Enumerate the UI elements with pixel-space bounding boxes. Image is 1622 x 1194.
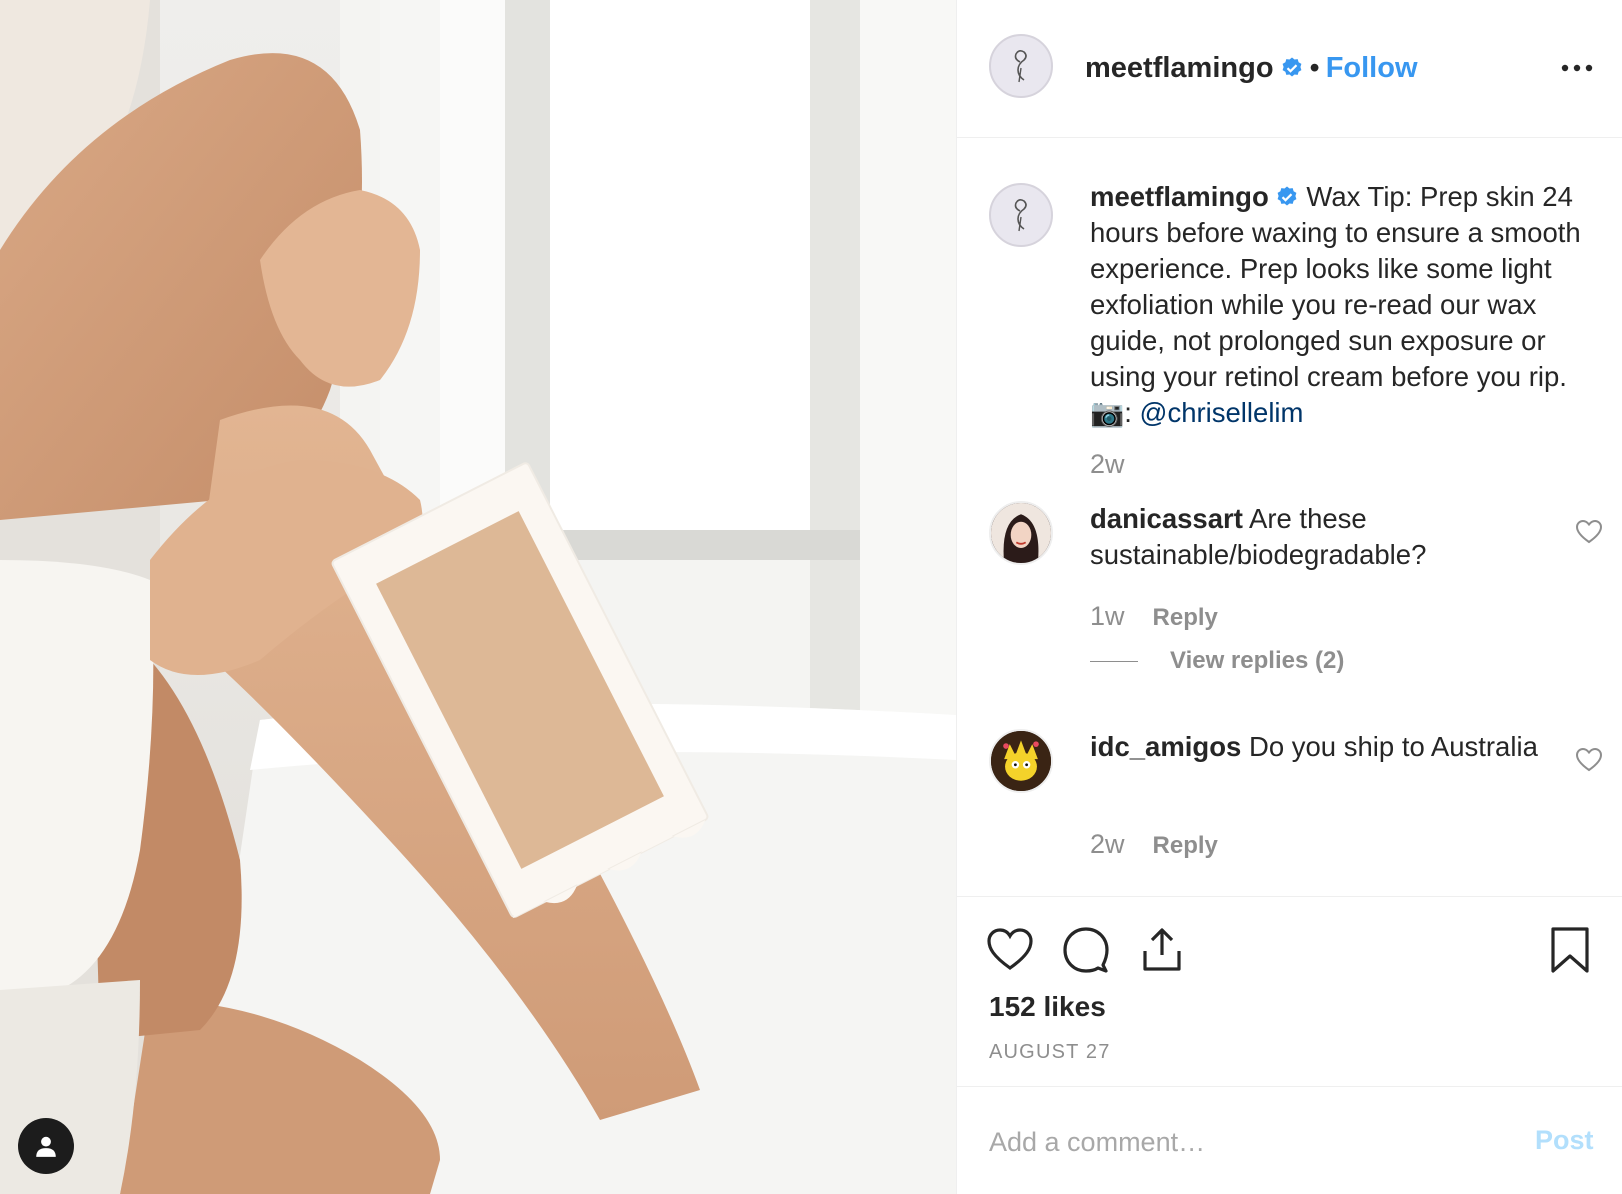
- post-comment-button[interactable]: Post: [1535, 1125, 1594, 1156]
- share-icon[interactable]: [1137, 925, 1187, 975]
- flamingo-logo-icon: [1014, 199, 1027, 232]
- comment-username[interactable]: idc_amigos: [1090, 731, 1241, 762]
- commenter-avatar[interactable]: [989, 501, 1053, 565]
- post-header: meetflamingo • Follow: [957, 0, 1622, 138]
- like-comment-heart-icon[interactable]: [1575, 519, 1603, 545]
- like-comment-heart-icon[interactable]: [1575, 747, 1603, 773]
- comments-list[interactable]: meetflamingo Wax Tip: Prep skin 24 hours…: [957, 139, 1622, 895]
- post-date: AUGUST 27: [989, 1041, 1111, 1063]
- verified-badge-icon: [1277, 186, 1297, 206]
- comment-text: Do you ship to Australia: [1248, 731, 1538, 762]
- comment-username[interactable]: danicassart: [1090, 503, 1243, 534]
- flamingo-logo-icon: [1014, 50, 1027, 83]
- verified-badge-icon: [1282, 57, 1301, 77]
- reply-button[interactable]: Reply: [1153, 832, 1218, 859]
- reply-button[interactable]: Reply: [1153, 604, 1218, 631]
- caption-text: Wax Tip: Prep skin 24 hours before waxin…: [1090, 181, 1581, 428]
- caption-username[interactable]: meetflamingo: [1090, 181, 1269, 212]
- view-replies-button[interactable]: View replies (2): [1090, 647, 1344, 675]
- comment-text-block: danicassart Are these sustainable/biodeg…: [1090, 501, 1610, 573]
- caption-mention-link[interactable]: @chrisellelim: [1140, 397, 1304, 428]
- header-username[interactable]: meetflamingo: [1085, 52, 1274, 84]
- comment-text-block: idc_amigos Do you ship to Australia: [1090, 729, 1610, 765]
- user-icon: [36, 1136, 56, 1157]
- caption-avatar[interactable]: [989, 183, 1053, 247]
- follow-button[interactable]: Follow: [1326, 52, 1418, 84]
- view-replies-line: [1090, 661, 1138, 663]
- account-avatar[interactable]: [989, 34, 1053, 98]
- more-horizontal-icon[interactable]: [1557, 54, 1597, 82]
- avatar-photo: [991, 731, 1051, 791]
- header-user-line: meetflamingo • Follow: [1085, 50, 1418, 86]
- comment-bubble-icon[interactable]: [1061, 925, 1111, 975]
- post-photo: [0, 0, 956, 1194]
- view-replies-label: View replies (2): [1170, 647, 1345, 674]
- commenter-avatar[interactable]: [989, 729, 1053, 793]
- comment-meta: 1w Reply: [1090, 601, 1218, 632]
- add-comment-bar: Post: [957, 1086, 1622, 1194]
- comment-timestamp[interactable]: 2w: [1090, 829, 1125, 859]
- comment-meta: 2w Reply: [1090, 829, 1218, 860]
- header-separator: •: [1309, 52, 1320, 84]
- tagged-users-button[interactable]: [18, 1118, 74, 1174]
- post-image[interactable]: [0, 0, 956, 1194]
- caption-timestamp[interactable]: 2w: [1090, 449, 1125, 480]
- likes-count[interactable]: 152 likes: [989, 991, 1106, 1023]
- like-heart-icon[interactable]: [985, 925, 1035, 975]
- save-bookmark-icon[interactable]: [1545, 925, 1595, 975]
- caption-text-block: meetflamingo Wax Tip: Prep skin 24 hours…: [1090, 179, 1610, 431]
- post-side-panel: meetflamingo • Follow meetflamingo Wax Tip…: [956, 0, 1622, 1194]
- comment-timestamp[interactable]: 1w: [1090, 601, 1125, 631]
- avatar-photo: [991, 503, 1051, 563]
- comment-input[interactable]: [989, 1117, 1489, 1167]
- post-actions: 152 likes AUGUST 27: [957, 896, 1622, 1086]
